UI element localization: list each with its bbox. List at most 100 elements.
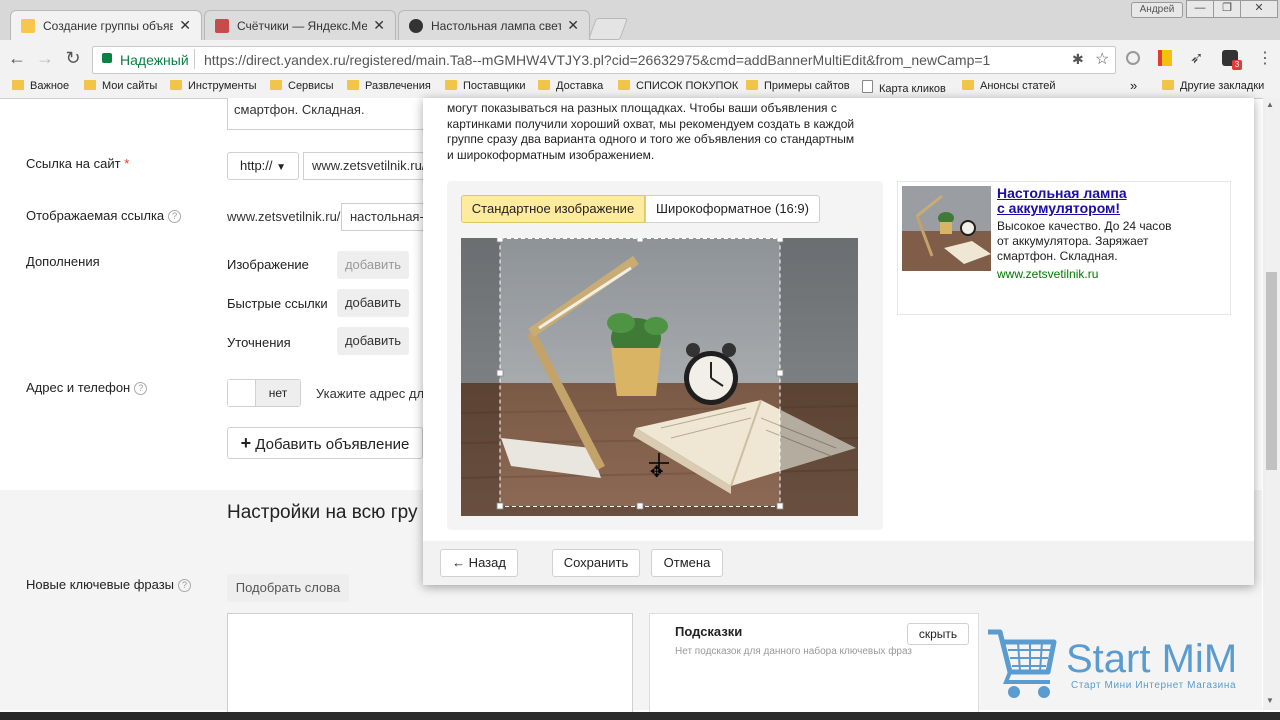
chevron-down-icon: ▼ bbox=[276, 162, 287, 173]
add-ad-button[interactable]: + Добавить объявление bbox=[227, 427, 423, 459]
tab-metrika[interactable]: Счётчики — Яндекс.Метри ✕ bbox=[204, 10, 396, 40]
preview-body: Высокое качество. До 24 часов от аккумул… bbox=[997, 219, 1172, 263]
metrika-icon bbox=[215, 19, 229, 33]
preview-title[interactable]: Настольная лампа с аккумулятором! bbox=[997, 186, 1127, 216]
folder-icon bbox=[84, 80, 96, 90]
scroll-down-icon[interactable]: ▼ bbox=[1266, 696, 1274, 705]
rocket-icon[interactable]: ➶ bbox=[1190, 48, 1203, 68]
toggle-knob bbox=[228, 380, 256, 406]
scrollbar-thumb[interactable] bbox=[1266, 272, 1277, 470]
bookmarks-more-icon[interactable]: » bbox=[1130, 78, 1137, 93]
folder-icon bbox=[445, 80, 457, 90]
save-button[interactable]: Сохранить bbox=[552, 549, 640, 577]
display-link-label: Отображаемая ссылка? bbox=[26, 208, 182, 223]
back-icon[interactable]: ← bbox=[6, 48, 28, 69]
bookmark-item[interactable]: Карта кликов bbox=[862, 80, 946, 95]
hide-hints-button[interactable]: скрыть bbox=[907, 623, 969, 645]
close-window-icon[interactable]: ✕ bbox=[1240, 0, 1278, 18]
no-hints-text: Нет подсказок для данного набора ключевы… bbox=[675, 646, 913, 657]
tab-widescreen-image[interactable]: Широкоформатное (16:9) bbox=[645, 195, 820, 223]
shopping-cart-icon bbox=[986, 626, 1058, 700]
bookmark-item[interactable]: Мои сайты bbox=[84, 80, 157, 92]
extension-circle-icon[interactable] bbox=[1126, 51, 1140, 65]
move-cursor-icon: ✥ bbox=[650, 464, 664, 481]
tab-create-group[interactable]: Создание группы объявле ✕ bbox=[10, 10, 202, 40]
folder-icon bbox=[347, 80, 359, 90]
hints-title: Подсказки bbox=[675, 624, 743, 639]
notification-count-icon: 3 bbox=[1232, 60, 1242, 70]
add-clarifications-button[interactable]: добавить bbox=[337, 327, 409, 355]
bookmark-item[interactable]: СПИСОК ПОКУПОК bbox=[618, 80, 738, 92]
scroll-up-icon[interactable]: ▲ bbox=[1266, 100, 1274, 109]
url-text[interactable]: https://direct.yandex.ru/registered/main… bbox=[204, 52, 990, 68]
address-toggle[interactable]: нет bbox=[227, 379, 301, 407]
lock-icon bbox=[102, 53, 112, 63]
plus-icon: + bbox=[240, 433, 252, 453]
preview-domain: www.zetsvetilnik.ru bbox=[997, 267, 1099, 281]
restore-icon[interactable]: ❐ bbox=[1213, 0, 1241, 18]
bookmark-item[interactable]: Инструменты bbox=[170, 80, 257, 92]
tab-standard-image[interactable]: Стандартное изображение bbox=[461, 195, 645, 223]
bookmark-item[interactable]: Примеры сайтов bbox=[746, 80, 850, 92]
close-tab-icon[interactable]: ✕ bbox=[567, 17, 579, 34]
bookmark-item[interactable]: Важное bbox=[12, 80, 69, 92]
protocol-select[interactable]: http:// ▼ bbox=[227, 152, 299, 180]
folder-icon bbox=[538, 80, 550, 90]
bookmark-item[interactable]: Развлечения bbox=[347, 80, 431, 92]
folder-icon bbox=[170, 80, 182, 90]
bookmark-item[interactable]: Анонсы статей bbox=[962, 80, 1056, 92]
preview-thumbnail bbox=[902, 186, 991, 271]
menu-icon[interactable]: ⋮ bbox=[1257, 48, 1273, 68]
extras-label: Дополнения bbox=[26, 254, 100, 269]
bookmark-star-icon[interactable]: ☆ bbox=[1095, 49, 1109, 69]
bookmark-item[interactable]: Сервисы bbox=[270, 80, 334, 92]
minimize-icon[interactable]: — bbox=[1186, 0, 1214, 18]
yandex-direct-icon bbox=[21, 19, 35, 33]
divider bbox=[194, 49, 195, 69]
pick-words-button[interactable]: Подобрать слова bbox=[227, 574, 349, 602]
extension-puzzle-icon[interactable]: ✱ bbox=[1072, 51, 1084, 68]
site-link-label: Ссылка на сайт * bbox=[26, 156, 130, 171]
folder-icon bbox=[962, 80, 974, 90]
add-quick-links-button[interactable]: добавить bbox=[337, 289, 409, 317]
address-label: Адрес и телефон? bbox=[26, 380, 148, 395]
folder-icon bbox=[1162, 80, 1174, 90]
site-url-input[interactable]: www.zetsvetilnik.ru/ bbox=[303, 152, 427, 180]
close-tab-icon[interactable]: ✕ bbox=[373, 17, 385, 34]
folder-icon bbox=[746, 80, 758, 90]
image-label: Изображение bbox=[227, 257, 309, 272]
bookmark-flag-icon[interactable] bbox=[1158, 50, 1172, 66]
add-image-button[interactable]: добавить bbox=[337, 251, 409, 279]
secure-label: Надежный bbox=[120, 52, 189, 68]
keywords-textarea[interactable] bbox=[227, 613, 633, 713]
toggle-off-label: нет bbox=[256, 380, 300, 406]
back-button[interactable]: ← Назад bbox=[440, 549, 518, 577]
folder-icon bbox=[618, 80, 630, 90]
address-hint: Укажите адрес дл bbox=[316, 386, 425, 401]
window-bottom-edge bbox=[0, 712, 1280, 720]
watermark-tagline: Старт Мини Интернет Магазина bbox=[1071, 680, 1237, 691]
display-path-input[interactable]: настольная- bbox=[341, 203, 427, 231]
folder-icon bbox=[12, 80, 24, 90]
forward-icon[interactable]: → bbox=[34, 48, 56, 69]
display-domain: www.zetsvetilnik.ru/ bbox=[227, 209, 341, 224]
reload-icon[interactable]: ↻ bbox=[62, 48, 84, 69]
watermark-brand: Start MiM bbox=[1066, 637, 1238, 681]
bookmark-item[interactable]: Поставщики bbox=[445, 80, 526, 92]
cancel-button[interactable]: Отмена bbox=[651, 549, 723, 577]
help-icon[interactable]: ? bbox=[178, 579, 192, 592]
folder-icon bbox=[270, 80, 282, 90]
tab-lamp[interactable]: Настольная лампа светод ✕ bbox=[398, 10, 590, 40]
other-bookmarks[interactable]: Другие закладки bbox=[1162, 80, 1264, 92]
bookmark-item[interactable]: Доставка bbox=[538, 80, 603, 92]
close-tab-icon[interactable]: ✕ bbox=[179, 17, 191, 34]
profile-badge[interactable]: Андрей bbox=[1131, 2, 1183, 18]
page-icon bbox=[862, 80, 873, 93]
ad-text-field[interactable]: смартфон. Складная. bbox=[227, 98, 427, 130]
help-icon[interactable]: ? bbox=[134, 382, 148, 395]
dialog-description: могут показываться на разных площадках. … bbox=[447, 101, 855, 162]
dialog-footer bbox=[423, 541, 1254, 585]
help-icon[interactable]: ? bbox=[168, 210, 182, 223]
site-icon bbox=[409, 19, 423, 33]
keywords-label: Новые ключевые фразы? bbox=[26, 577, 192, 592]
